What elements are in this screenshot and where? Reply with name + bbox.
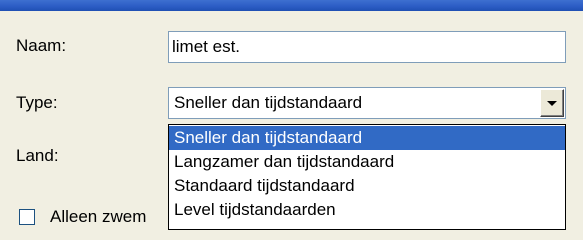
type-label: Type:: [16, 93, 58, 112]
type-select-dropdown-button[interactable]: [540, 89, 564, 117]
type-dropdown-list: Sneller dan tijdstandaard Langzamer dan …: [168, 124, 566, 230]
land-label: Land:: [16, 146, 59, 165]
name-input[interactable]: limet est.: [168, 31, 566, 63]
type-option[interactable]: Sneller dan tijdstandaard: [169, 126, 565, 150]
type-option[interactable]: Standaard tijdstandaard: [169, 174, 565, 198]
alleen-zwem-checkbox[interactable]: [19, 209, 35, 225]
chevron-down-icon: [547, 101, 557, 106]
type-option[interactable]: Langzamer dan tijdstandaard: [169, 150, 565, 174]
window-titlebar: [0, 0, 583, 11]
alleen-zwem-label: Alleen zwem: [50, 207, 147, 226]
type-select[interactable]: Sneller dan tijdstandaard: [168, 87, 566, 119]
name-label: Naam:: [16, 36, 67, 55]
type-option[interactable]: Level tijdstandaarden: [169, 198, 565, 222]
type-select-value: Sneller dan tijdstandaard: [174, 93, 363, 112]
